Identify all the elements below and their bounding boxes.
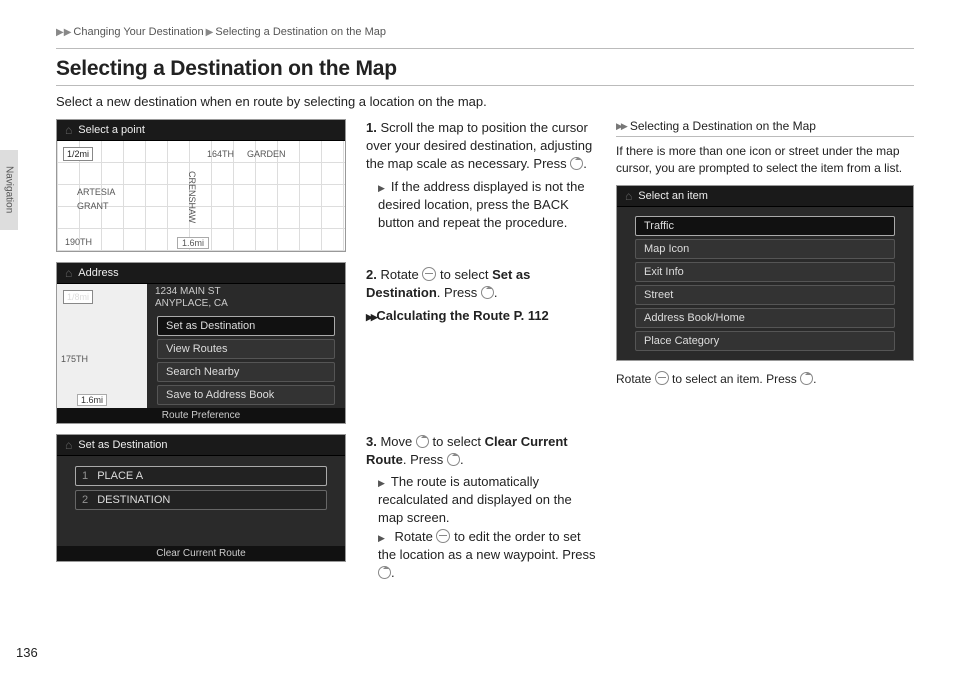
step-3-substep-2: Rotate to edit the order to set the loca… — [378, 528, 596, 583]
item-street[interactable]: Street — [635, 285, 895, 305]
row-label: DESTINATION — [97, 494, 170, 506]
map-distance: 1.6mi — [77, 394, 107, 406]
step-text: to select — [433, 434, 481, 449]
screenshot-title: Select a point — [78, 124, 145, 136]
breadcrumb-arrow-icon: ▶ — [206, 27, 214, 38]
step-text: to select — [440, 267, 488, 282]
map-street-label: GARDEN — [247, 149, 286, 159]
select-knob-icon — [800, 372, 813, 385]
select-knob-icon — [570, 157, 583, 170]
rotate-dial-icon — [655, 371, 669, 385]
page-number: 136 — [16, 645, 38, 660]
step-text: Scroll the map to position the cursor ov… — [366, 120, 592, 171]
menu-view-routes[interactable]: View Routes — [157, 339, 335, 359]
item-exit-info[interactable]: Exit Info — [635, 262, 895, 282]
screenshot-title: Select an item — [638, 190, 708, 202]
breadcrumb-level-2: Selecting a Destination on the Map — [215, 26, 386, 38]
item-address-book[interactable]: Address Book/Home — [635, 308, 895, 328]
section-tab: Navigation — [0, 150, 18, 230]
item-place-category[interactable]: Place Category — [635, 331, 895, 351]
rotate-dial-icon — [436, 529, 450, 543]
menu-search-nearby[interactable]: Search Nearby — [157, 362, 335, 382]
sidebar-text: If there is more than one icon or street… — [616, 143, 914, 177]
map-street-label: 175TH — [61, 354, 88, 364]
screenshot-select-item: ⌂ Select an item Traffic Map Icon Exit I… — [616, 185, 914, 361]
step-2: 2. Rotate to select Set as Destination. … — [366, 266, 596, 325]
home-icon: ⌂ — [65, 439, 72, 451]
step-1-substep: If the address displayed is not the desi… — [378, 178, 596, 233]
menu-set-as-destination[interactable]: Set as Destination — [157, 316, 335, 336]
item-map-icon[interactable]: Map Icon — [635, 239, 895, 259]
flag-icon: 1 — [82, 470, 88, 482]
breadcrumb-arrow-icon: ▶▶ — [56, 27, 71, 38]
map-street-label: CRENSHAW — [187, 171, 197, 223]
page-title: Selecting a Destination on the Map — [56, 57, 914, 81]
map-distance: 1.6mi — [177, 237, 209, 249]
home-icon: ⌂ — [65, 124, 72, 136]
sidebar-column: Selecting a Destination on the Map If th… — [616, 119, 914, 395]
map-street-label: 164TH — [207, 149, 234, 159]
address-line-1: 1234 MAIN ST — [155, 286, 345, 298]
select-knob-icon — [378, 566, 391, 579]
sidebar-hint: Rotate to select an item. Press . — [616, 371, 914, 388]
map-street-label: ARTESIA — [77, 187, 115, 197]
steps-column: 1. Scroll the map to position the cursor… — [366, 119, 596, 594]
breadcrumb: ▶▶ Changing Your Destination ▶ Selecting… — [56, 26, 914, 38]
select-knob-icon — [447, 453, 460, 466]
intro-text: Select a new destination when en route b… — [56, 94, 914, 109]
flag-icon: 2 — [82, 494, 88, 506]
screenshot-title: Set as Destination — [78, 439, 167, 451]
row-label: PLACE A — [97, 470, 143, 482]
map-street-label: 190TH — [65, 237, 92, 247]
home-icon: ⌂ — [625, 190, 632, 202]
screenshot-set-as-destination: ⌂ Set as Destination 1 PLACE A 2 DESTINA… — [56, 434, 346, 562]
screenshot-title: Address — [78, 267, 118, 279]
step-text: Move — [380, 434, 412, 449]
sidebar-heading: Selecting a Destination on the Map — [616, 119, 914, 137]
screenshot-address: ⌂ Address 1/8mi 175TH 1.6mi 1234 MAIN ST… — [56, 262, 346, 424]
rotate-dial-icon — [422, 267, 436, 281]
cross-reference: Calculating the Route P. 112 — [366, 307, 549, 325]
screenshot-footer: Clear Current Route — [57, 546, 345, 561]
step-1: 1. Scroll the map to position the cursor… — [366, 119, 596, 232]
divider — [56, 85, 914, 86]
divider — [56, 48, 914, 49]
map-street-label: GRANT — [77, 201, 109, 211]
step-text: Rotate — [380, 267, 418, 282]
select-knob-icon — [481, 286, 494, 299]
address-line-2: ANYPLACE, CA — [155, 298, 345, 310]
item-traffic[interactable]: Traffic — [635, 216, 895, 236]
destination-row-place-a[interactable]: 1 PLACE A — [75, 466, 327, 486]
move-knob-icon — [416, 435, 429, 448]
screenshot-select-point: ⌂ Select a point 1/2mi 164TH GARDEN ARTE… — [56, 119, 346, 252]
menu-save-address-book[interactable]: Save to Address Book — [157, 385, 335, 405]
home-icon: ⌂ — [65, 267, 72, 279]
map-scale: 1/8mi — [63, 290, 93, 304]
step-3: 3. Move to select Clear Current Route. P… — [366, 433, 596, 583]
breadcrumb-level-1: Changing Your Destination — [73, 26, 203, 38]
screenshot-footer: Route Preference — [57, 408, 345, 423]
step-3-substep-1: The route is automatically recalculated … — [378, 473, 596, 528]
screenshot-column: ⌂ Select a point 1/2mi 164TH GARDEN ARTE… — [56, 119, 346, 572]
destination-row-destination[interactable]: 2 DESTINATION — [75, 490, 327, 510]
